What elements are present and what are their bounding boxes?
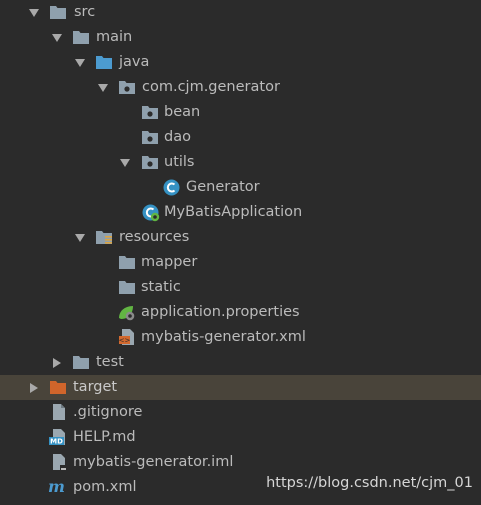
tree-item-label: target	[73, 379, 118, 395]
tree-item-label: src	[74, 4, 96, 20]
folder-icon	[50, 4, 66, 21]
tree-item-label: bean	[164, 104, 201, 120]
tree-item-label: java	[119, 54, 150, 70]
tree-item-label: MyBatisApplication	[164, 204, 303, 220]
project-tree: src main java com.cjm.generator bean dao…	[0, 0, 481, 500]
tree-item-package[interactable]: com.cjm.generator	[0, 75, 481, 100]
tree-item-utils[interactable]: utils	[0, 150, 481, 175]
svg-text:<>: <>	[119, 337, 130, 345]
chevron-right-icon[interactable]	[50, 350, 64, 375]
folder-icon	[119, 254, 135, 271]
chevron-down-icon[interactable]	[118, 150, 132, 175]
tree-item-application[interactable]: MyBatisApplication	[0, 200, 481, 225]
tree-item-label: Generator	[186, 179, 260, 195]
package-icon	[142, 104, 158, 121]
tree-item-label: main	[96, 29, 133, 45]
tree-item-resources[interactable]: resources	[0, 225, 481, 250]
spring-properties-icon	[118, 304, 135, 321]
tree-item-label: .gitignore	[73, 404, 143, 420]
excluded-folder-icon	[50, 379, 66, 396]
package-icon	[142, 154, 158, 171]
package-icon	[119, 79, 135, 96]
xml-file-icon: <>	[119, 329, 135, 346]
tree-item-label: test	[96, 354, 124, 370]
tree-item-dao[interactable]: dao	[0, 125, 481, 150]
tree-item-label: dao	[164, 129, 191, 145]
tree-item-iml[interactable]: mybatis-generator.iml	[0, 450, 481, 475]
tree-item-test[interactable]: test	[0, 350, 481, 375]
chevron-down-icon[interactable]	[73, 50, 87, 75]
chevron-down-icon[interactable]	[50, 25, 64, 50]
tree-item-java[interactable]: java	[0, 50, 481, 75]
chevron-right-icon[interactable]	[27, 375, 41, 400]
tree-item-label: resources	[119, 229, 190, 245]
module-file-icon	[52, 454, 68, 471]
watermark-text: https://blog.csdn.net/cjm_01	[266, 475, 473, 491]
svg-text:m: m	[48, 478, 65, 496]
chevron-down-icon[interactable]	[96, 75, 110, 100]
tree-item-main[interactable]: main	[0, 25, 481, 50]
folder-icon	[73, 354, 89, 371]
tree-item-application-properties[interactable]: application.properties	[0, 300, 481, 325]
markdown-file-icon: MD	[49, 429, 65, 446]
text-file-icon	[52, 404, 68, 421]
java-class-icon	[163, 179, 180, 196]
tree-item-gitignore[interactable]: .gitignore	[0, 400, 481, 425]
tree-item-static[interactable]: static	[0, 275, 481, 300]
tree-item-label: mapper	[141, 254, 198, 270]
resources-folder-icon	[96, 229, 112, 246]
svg-text:MD: MD	[50, 438, 63, 446]
tree-item-label: pom.xml	[73, 479, 137, 495]
tree-item-generator[interactable]: Generator	[0, 175, 481, 200]
tree-item-label: application.properties	[141, 304, 300, 320]
tree-item-generator-xml[interactable]: <> mybatis-generator.xml	[0, 325, 481, 350]
tree-item-label: static	[141, 279, 181, 295]
tree-item-label: mybatis-generator.xml	[141, 329, 306, 345]
tree-item-src[interactable]: src	[0, 0, 481, 25]
package-icon	[142, 129, 158, 146]
maven-icon: m	[48, 477, 72, 496]
tree-item-label: mybatis-generator.iml	[73, 454, 234, 470]
chevron-down-icon[interactable]	[27, 0, 41, 25]
tree-item-label: utils	[164, 154, 195, 170]
tree-item-target[interactable]: target	[0, 375, 481, 400]
source-folder-icon	[96, 54, 112, 71]
tree-item-bean[interactable]: bean	[0, 100, 481, 125]
folder-icon	[73, 29, 89, 46]
tree-item-label: HELP.md	[73, 429, 136, 445]
folder-icon	[119, 279, 135, 296]
tree-item-help-md[interactable]: MD HELP.md	[0, 425, 481, 450]
spring-boot-class-icon	[142, 204, 160, 222]
tree-item-label: com.cjm.generator	[142, 79, 280, 95]
chevron-down-icon[interactable]	[73, 225, 87, 250]
tree-item-mapper[interactable]: mapper	[0, 250, 481, 275]
